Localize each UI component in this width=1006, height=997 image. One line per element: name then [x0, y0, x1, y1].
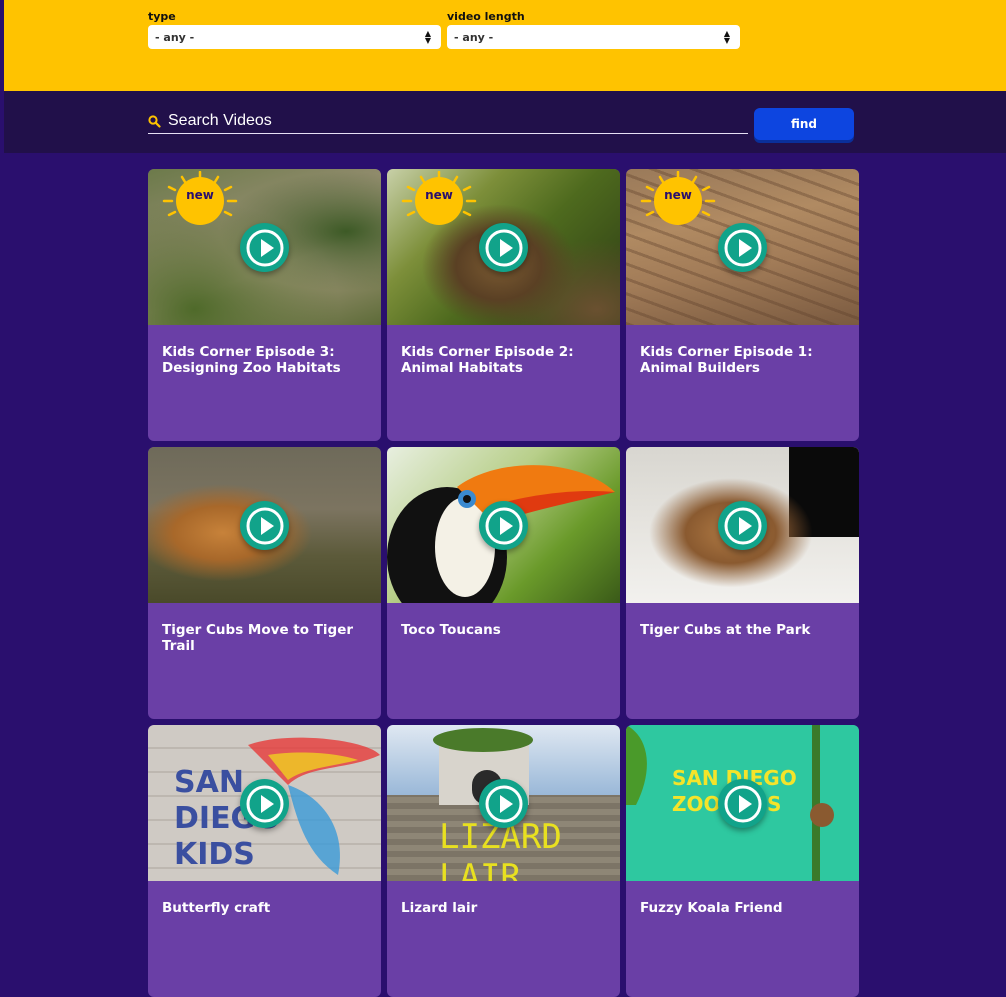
video-thumbnail[interactable]	[148, 447, 381, 603]
play-button[interactable]	[240, 223, 289, 272]
search-field	[148, 109, 748, 134]
thumb-logo-text: LIZARD LAIR	[439, 817, 562, 881]
video-thumbnail[interactable]: SAN DIEGO KIDS	[148, 725, 381, 881]
video-card[interactable]: new Kids Corner Episode 1: Animal Builde…	[626, 169, 859, 441]
video-grid: new Kids Corner Episode 3: Designing Zoo…	[148, 169, 859, 997]
play-icon	[485, 229, 522, 266]
video-card[interactable]: Tiger Cubs at the Park	[626, 447, 859, 719]
video-card[interactable]: Toco Toucans	[387, 447, 620, 719]
play-button[interactable]	[240, 501, 289, 550]
find-button[interactable]: find	[754, 108, 854, 140]
video-thumbnail[interactable]: new	[148, 169, 381, 325]
play-icon	[246, 507, 283, 544]
video-card[interactable]: new Kids Corner Episode 2: Animal Habita…	[387, 169, 620, 441]
play-button[interactable]	[718, 779, 767, 828]
video-thumbnail[interactable]: new	[626, 169, 859, 325]
video-card[interactable]: new Kids Corner Episode 3: Designing Zoo…	[148, 169, 381, 441]
video-card[interactable]: SAN DIEGO KIDS Butterfly craft	[148, 725, 381, 997]
play-button[interactable]	[479, 501, 528, 550]
play-icon	[485, 507, 522, 544]
video-thumbnail[interactable]	[387, 447, 620, 603]
video-card[interactable]: LIZARD LAIR Lizard lair	[387, 725, 620, 997]
updown-arrows-icon: ▲ ▼	[723, 29, 730, 45]
play-button[interactable]	[479, 223, 528, 272]
play-button[interactable]	[718, 223, 767, 272]
new-badge-label: new	[425, 188, 453, 202]
video-title[interactable]: Kids Corner Episode 3: Designing Zoo Hab…	[162, 344, 367, 376]
search-icon	[148, 114, 161, 128]
play-icon	[724, 785, 761, 822]
new-badge-label: new	[664, 188, 692, 202]
search-bar: find	[4, 91, 1006, 153]
video-thumbnail[interactable]: SAN DIEGO ZOO KIDS	[626, 725, 859, 881]
video-title[interactable]: Butterfly craft	[162, 900, 367, 916]
play-button[interactable]	[240, 779, 289, 828]
new-badge-label: new	[186, 188, 214, 202]
type-filter: type - any - ▲ ▼	[148, 10, 441, 49]
video-thumbnail[interactable]: new	[387, 169, 620, 325]
type-select[interactable]: - any - ▲ ▼	[148, 25, 441, 49]
video-title[interactable]: Tiger Cubs at the Park	[640, 622, 845, 638]
play-icon	[246, 229, 283, 266]
updown-arrows-icon: ▲ ▼	[424, 29, 431, 45]
video-title[interactable]: Toco Toucans	[401, 622, 606, 638]
search-input[interactable]	[168, 112, 728, 130]
play-button[interactable]	[479, 779, 528, 828]
video-card[interactable]: SAN DIEGO ZOO KIDS Fuzzy Koala Friend	[626, 725, 859, 997]
video-length-filter: video length - any - ▲ ▼	[447, 10, 740, 49]
video-title[interactable]: Lizard lair	[401, 900, 606, 916]
video-length-select[interactable]: - any - ▲ ▼	[447, 25, 740, 49]
video-title[interactable]: Tiger Cubs Move to Tiger Trail	[162, 622, 367, 654]
play-button[interactable]	[718, 501, 767, 550]
video-title[interactable]: Kids Corner Episode 2: Animal Habitats	[401, 344, 606, 376]
type-select-value: - any -	[155, 30, 195, 44]
video-card[interactable]: Tiger Cubs Move to Tiger Trail	[148, 447, 381, 719]
play-icon	[485, 785, 522, 822]
filter-bar: type - any - ▲ ▼ video length - any - ▲ ▼	[4, 0, 1006, 91]
video-thumbnail[interactable]: LIZARD LAIR	[387, 725, 620, 881]
play-icon	[724, 507, 761, 544]
video-title[interactable]: Fuzzy Koala Friend	[640, 900, 845, 916]
video-length-select-value: - any -	[454, 30, 494, 44]
video-title[interactable]: Kids Corner Episode 1: Animal Builders	[640, 344, 845, 376]
play-icon	[724, 229, 761, 266]
play-icon	[246, 785, 283, 822]
video-length-filter-label: video length	[447, 10, 525, 23]
type-filter-label: type	[148, 10, 176, 23]
video-thumbnail[interactable]	[626, 447, 859, 603]
